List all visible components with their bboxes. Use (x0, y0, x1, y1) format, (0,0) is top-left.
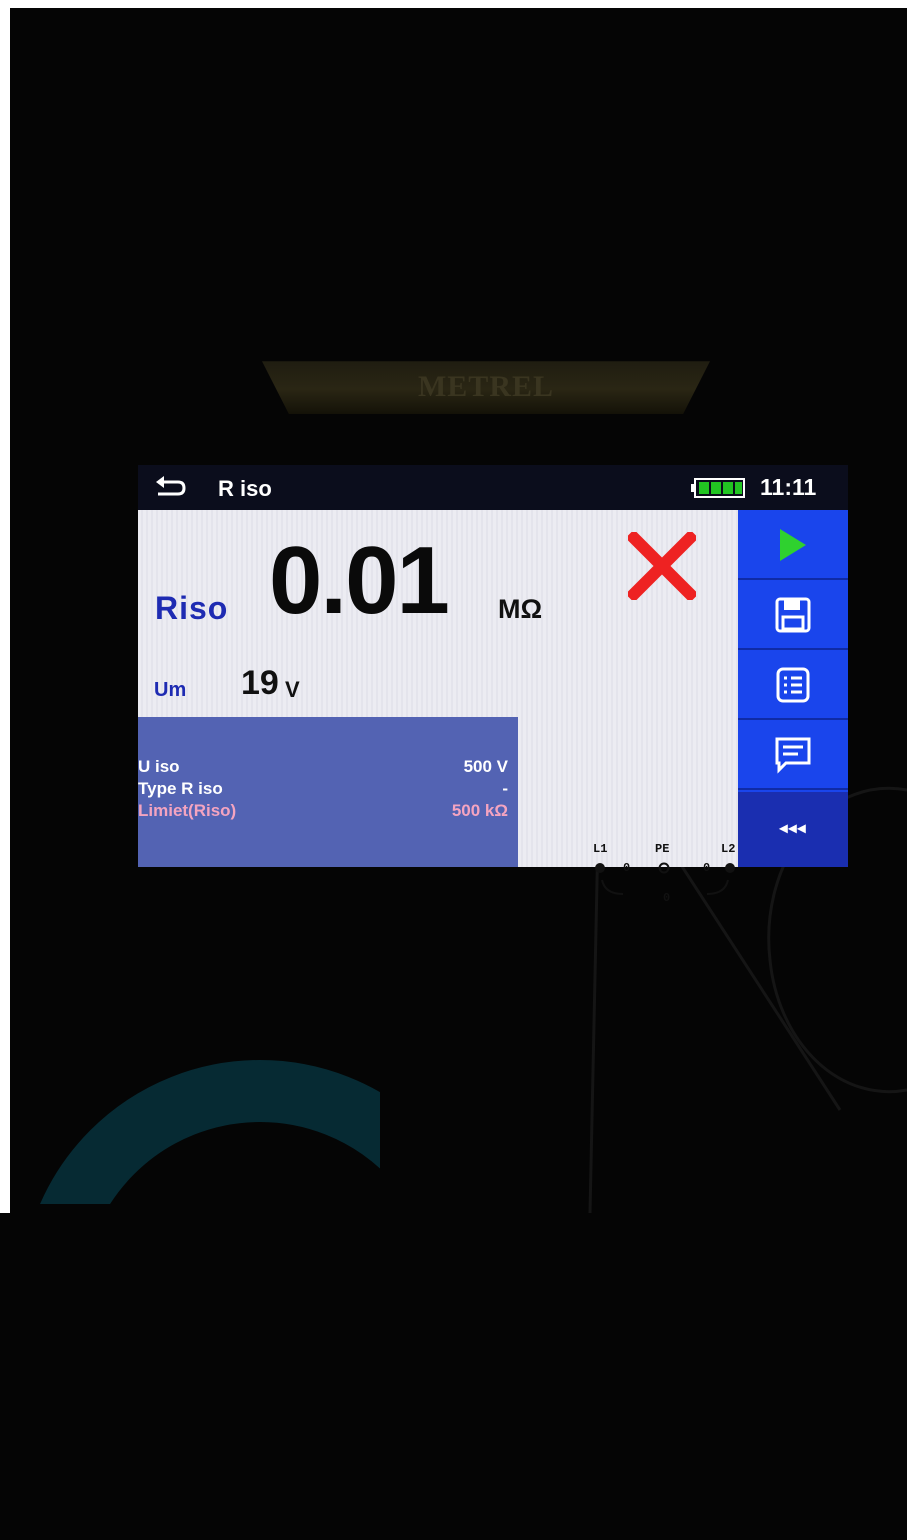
device-logo-band: METREL (262, 361, 710, 414)
action-sidebar: ◂◂◂ (738, 510, 848, 867)
terminal-l1-l2-value: 0 (663, 891, 671, 905)
screen-title: R iso (218, 476, 272, 501)
save-button[interactable] (738, 580, 848, 650)
decorative-arc (20, 1060, 380, 1204)
fail-x-icon (628, 532, 696, 600)
terminal-l1-pe-value: 0 (623, 861, 631, 875)
back-arrow-icon[interactable] (154, 474, 188, 500)
main-result-label: Riso (155, 590, 229, 626)
parameter-label: Limiet(Riso) (138, 801, 237, 820)
terminal-pe-label: PE (655, 842, 670, 856)
terminal-l2-label: L2 (721, 842, 736, 856)
sub-result-value: 19 (241, 664, 279, 702)
terminal-diagram: L1 PE L2 0 0 0 (593, 842, 739, 912)
parameter-value: 500 kΩ (451, 801, 508, 820)
parameter-value: - (502, 779, 508, 798)
main-result-unit: MΩ (498, 594, 543, 624)
sub-result-unit: V (285, 677, 300, 702)
play-icon (780, 529, 806, 561)
parameter-row: Type R iso - (138, 779, 518, 799)
comment-icon (775, 737, 811, 774)
parameter-row-limit: Limiet(Riso) 500 kΩ (138, 801, 518, 821)
parameter-row: U iso 500 V (138, 757, 518, 777)
terminal-pe-l2-value: 0 (703, 861, 711, 875)
title-bar: R iso 11:11 (138, 465, 848, 510)
sub-result-label: Um (154, 679, 187, 701)
results-list-button[interactable] (738, 650, 848, 720)
collapse-button[interactable]: ◂◂◂ (738, 792, 848, 867)
device-screen: R iso 11:11 Riso 0.01 MΩ Um 19 V L1 PE L… (138, 465, 848, 905)
collapse-label: ◂◂◂ (779, 820, 807, 837)
parameter-label: U iso (138, 757, 180, 776)
list-icon (776, 667, 810, 703)
photo-frame-left (0, 0, 10, 1213)
parameter-value: 500 V (463, 757, 508, 776)
battery-full-icon (691, 478, 745, 498)
terminal-l1-label: L1 (593, 842, 608, 856)
photo-frame-top (0, 0, 907, 8)
start-button[interactable] (738, 510, 848, 580)
device-logo: METREL (417, 370, 555, 403)
parameter-label: Type R iso (138, 779, 223, 798)
clock: 11:11 (760, 474, 817, 500)
main-result-value: 0.01 (269, 527, 450, 634)
parameters-panel[interactable]: U iso 500 V Type R iso - Limiet(Riso) 50… (138, 717, 518, 867)
comment-button[interactable] (738, 720, 848, 790)
save-icon (775, 597, 811, 633)
